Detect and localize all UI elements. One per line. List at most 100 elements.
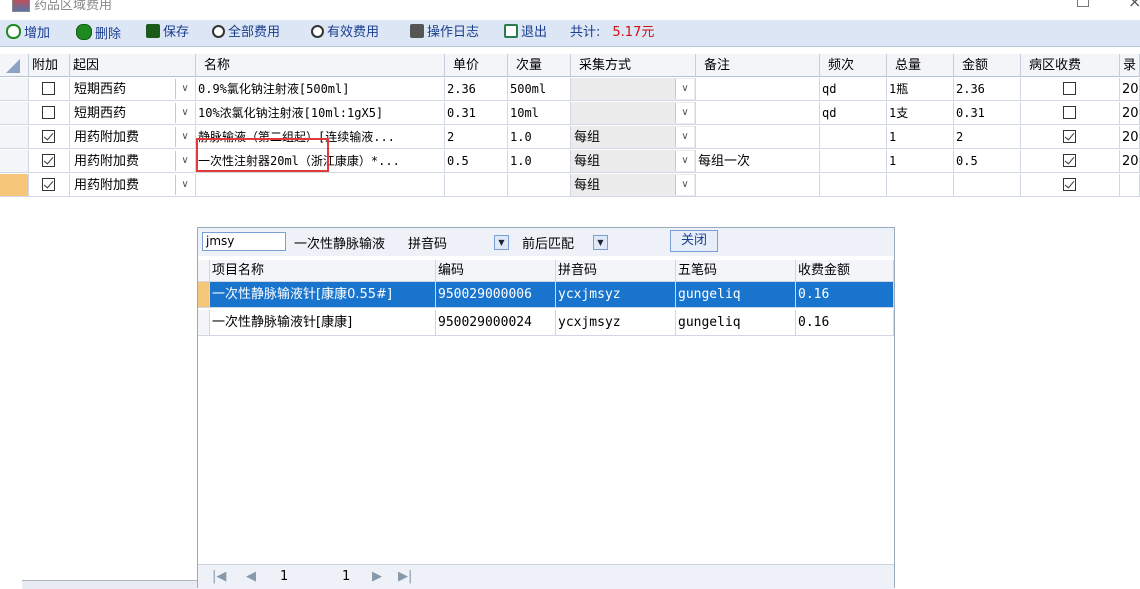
cause-combo[interactable]: 短期西药 ∨: [70, 78, 196, 101]
freq-cell[interactable]: qd: [820, 102, 887, 125]
table-row[interactable]: 用药附加费 ∨ 每组 ∨: [0, 174, 1140, 198]
amount-cell[interactable]: 0.31: [954, 102, 1021, 125]
next-page-icon[interactable]: ▶: [372, 569, 382, 584]
dose-cell[interactable]: [508, 174, 571, 197]
delete-button[interactable]: 删除: [76, 24, 121, 42]
row-header[interactable]: [0, 150, 29, 173]
pinyin-search-input[interactable]: jmsy: [202, 232, 286, 251]
col-header-rec[interactable]: 录: [1120, 54, 1140, 77]
chevron-down-icon[interactable]: ∨: [175, 175, 194, 195]
chevron-down-icon[interactable]: ▼: [494, 235, 509, 250]
qty-cell[interactable]: 1瓶: [887, 78, 954, 101]
popup-col-code[interactable]: 编码: [436, 260, 556, 282]
freq-cell[interactable]: [820, 174, 887, 197]
chevron-down-icon[interactable]: ∨: [675, 175, 694, 195]
freq-cell[interactable]: [820, 150, 887, 173]
amount-cell[interactable]: [954, 174, 1021, 197]
qty-cell[interactable]: 1: [887, 150, 954, 173]
popup-wubi-cell[interactable]: gungeliq: [676, 310, 796, 336]
price-cell[interactable]: 2.36: [445, 78, 508, 101]
popup-row-header[interactable]: [198, 310, 210, 336]
rec-cell[interactable]: 20: [1120, 150, 1140, 173]
popup-pinyin-cell[interactable]: ycxjmsyz: [556, 310, 676, 336]
price-cell[interactable]: [445, 174, 508, 197]
chevron-down-icon[interactable]: ∨: [175, 79, 194, 99]
price-cell[interactable]: 0.5: [445, 150, 508, 173]
table-row[interactable]: 用药附加费 ∨ 一次性注射器20ml（浙江康康）*... 0.5 1.0 每组一次 1 0.5…: [0, 150, 1140, 174]
prev-page-icon[interactable]: ◀: [246, 569, 256, 584]
col-header-freq[interactable]: 频次: [820, 54, 887, 77]
valid-fees-button[interactable]: 有效费用: [311, 24, 379, 42]
method-combo[interactable]: 每组 ∨: [571, 150, 696, 173]
qty-cell[interactable]: 1: [887, 126, 954, 149]
method-combo[interactable]: 每组 ∨: [571, 126, 696, 149]
name-cell[interactable]: 0.9%氯化钠注射液[500ml]: [196, 78, 445, 101]
popup-pinyin-cell[interactable]: ycxjmsyz: [556, 282, 676, 308]
attached-checkbox[interactable]: [42, 178, 55, 191]
attached-checkbox[interactable]: [42, 106, 55, 119]
chevron-down-icon[interactable]: ∨: [175, 151, 194, 171]
col-header-qty[interactable]: 总量: [887, 54, 954, 77]
popup-result-row[interactable]: 一次性静脉输液针[康康] 950029000024 ycxjmsyz gungeliq…: [198, 310, 894, 336]
chevron-down-icon[interactable]: ▼: [593, 235, 608, 250]
name-cell[interactable]: [196, 174, 445, 197]
last-page-icon[interactable]: ▶|: [398, 569, 412, 584]
cause-combo[interactable]: 用药附加费 ∨: [70, 174, 196, 197]
note-cell[interactable]: [696, 126, 820, 149]
row-header[interactable]: [0, 126, 29, 149]
add-button[interactable]: 增加: [6, 24, 50, 42]
popup-row-header[interactable]: [198, 282, 210, 308]
amount-cell[interactable]: 2.36: [954, 78, 1021, 101]
ward-checkbox[interactable]: [1063, 106, 1076, 119]
method-combo[interactable]: ∨: [571, 102, 696, 125]
chevron-down-icon[interactable]: ∨: [675, 79, 694, 99]
rec-cell[interactable]: 20: [1120, 78, 1140, 101]
popup-fee-cell[interactable]: 0.16: [796, 310, 894, 336]
popup-code-cell[interactable]: 950029000006: [436, 282, 556, 308]
qty-cell[interactable]: 1支: [887, 102, 954, 125]
dose-cell[interactable]: 1.0: [508, 126, 571, 149]
cause-combo[interactable]: 用药附加费 ∨: [70, 150, 196, 173]
rec-cell[interactable]: 20: [1120, 126, 1140, 149]
col-header-cause[interactable]: 起因: [70, 54, 196, 77]
popup-name-cell[interactable]: 一次性静脉输液针[康康]: [210, 310, 436, 336]
ward-checkbox[interactable]: [1063, 178, 1076, 191]
dose-cell[interactable]: 1.0: [508, 150, 571, 173]
row-header[interactable]: [0, 102, 29, 125]
cause-combo[interactable]: 用药附加费 ∨: [70, 126, 196, 149]
name-cell[interactable]: 10%浓氯化钠注射液[10ml:1gX5]: [196, 102, 445, 125]
note-cell[interactable]: [696, 78, 820, 101]
col-header-attached[interactable]: 附加: [29, 54, 70, 77]
popup-close-button[interactable]: 关闭: [670, 230, 718, 252]
price-cell[interactable]: 0.31: [445, 102, 508, 125]
method-combo[interactable]: ∨: [571, 78, 696, 101]
popup-wubi-cell[interactable]: gungeliq: [676, 282, 796, 308]
col-header-method[interactable]: 采集方式: [571, 54, 696, 77]
dose-cell[interactable]: 10ml: [508, 102, 571, 125]
amount-cell[interactable]: 0.5: [954, 150, 1021, 173]
price-cell[interactable]: 2: [445, 126, 508, 149]
popup-col-wubi[interactable]: 五笔码: [676, 260, 796, 282]
ward-checkbox[interactable]: [1063, 82, 1076, 95]
attached-checkbox[interactable]: [42, 82, 55, 95]
popup-result-row[interactable]: 一次性静脉输液针[康康0.55#] 950029000006 ycxjmsyz gun…: [198, 282, 894, 308]
col-header-ward[interactable]: 病区收费: [1021, 54, 1120, 77]
col-header-price[interactable]: 单价: [445, 54, 508, 77]
exit-button[interactable]: 退出: [504, 24, 547, 42]
popup-name-cell[interactable]: 一次性静脉输液针[康康0.55#]: [210, 282, 436, 308]
search-mode-select[interactable]: 拼音码: [408, 233, 447, 252]
row-header[interactable]: [0, 174, 29, 197]
freq-cell[interactable]: qd: [820, 78, 887, 101]
amount-cell[interactable]: 2: [954, 126, 1021, 149]
note-cell[interactable]: 每组一次: [696, 150, 820, 173]
qty-cell[interactable]: [887, 174, 954, 197]
note-cell[interactable]: [696, 174, 820, 197]
chevron-down-icon[interactable]: ∨: [675, 103, 694, 123]
table-row[interactable]: 短期西药 ∨ 10%浓氯化钠注射液[10ml:1gX5] 0.31 10ml qd 1支 0.…: [0, 102, 1140, 126]
table-row[interactable]: 用药附加费 ∨ 静脉输液（第二组起）[连续输液... 2 1.0 1 2 20 每组 ∨: [0, 126, 1140, 150]
attached-checkbox[interactable]: [42, 130, 55, 143]
col-header-note[interactable]: 备注: [696, 54, 820, 77]
chevron-down-icon[interactable]: ∨: [675, 151, 694, 171]
col-header-dose[interactable]: 次量: [508, 54, 571, 77]
chevron-down-icon[interactable]: ∨: [175, 103, 194, 123]
